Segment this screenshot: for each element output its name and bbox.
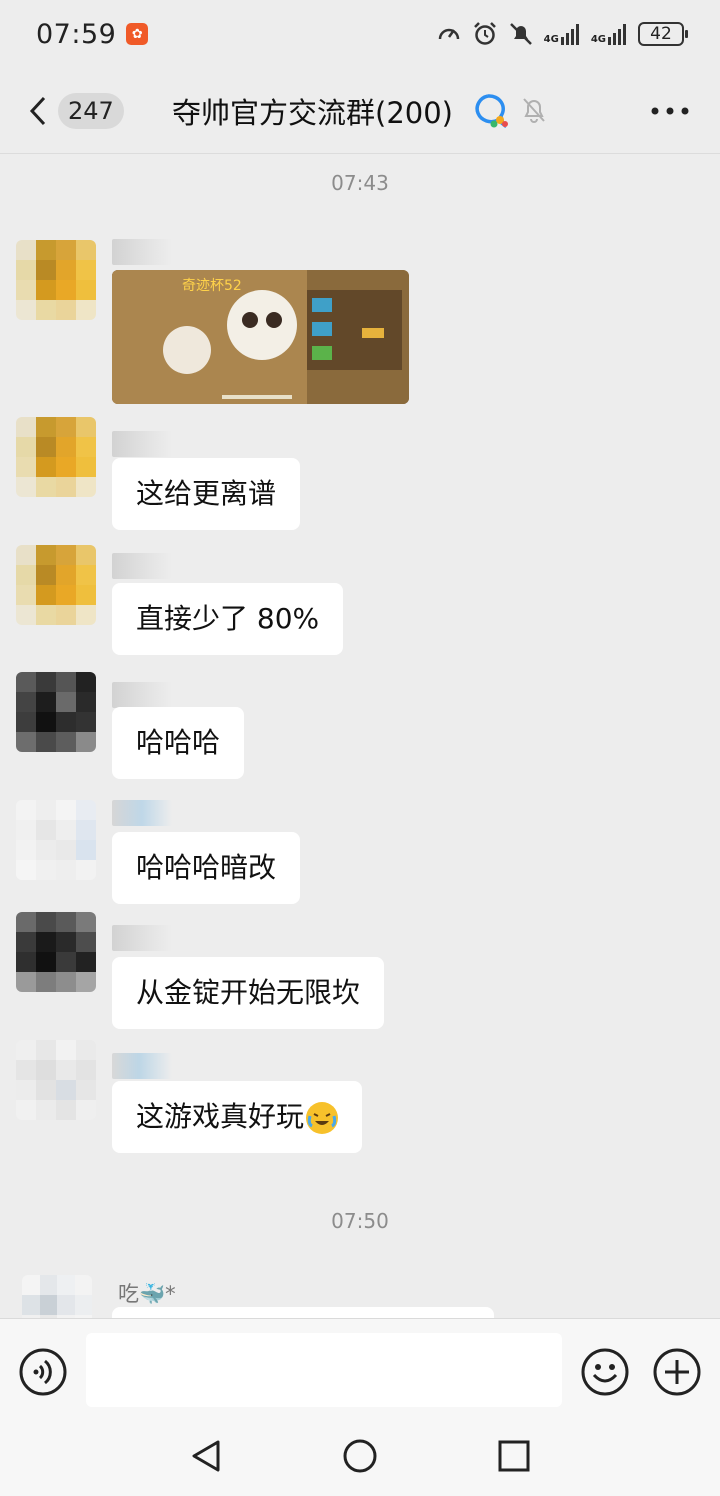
add-more-icon[interactable] <box>652 1347 702 1397</box>
message-bubble[interactable]: 哈哈哈 <box>112 707 245 779</box>
network-type-2: 4G <box>590 34 606 45</box>
mute-bell-icon <box>509 23 532 45</box>
status-time: 07:59 <box>36 18 117 50</box>
laugh-cry-emoji-icon <box>306 1102 339 1134</box>
avatar[interactable] <box>16 417 96 497</box>
system-navigation-bar <box>0 1422 720 1496</box>
app-notification-icon: ✿ <box>126 23 149 45</box>
input-bar <box>0 1318 720 1422</box>
sender-name-blurred <box>112 682 172 708</box>
avatar[interactable] <box>16 912 96 992</box>
group-chat-icon <box>475 94 508 128</box>
game-screenshot-image: 奇迹杯52 <box>112 270 409 404</box>
message-input[interactable] <box>86 1333 562 1407</box>
avatar[interactable] <box>16 240 96 320</box>
signal-2: 4G <box>591 23 628 45</box>
message-text: 这游戏真好玩 <box>136 1100 305 1133</box>
chat-header: 247 夺帅官方交流群(200) <box>0 68 720 154</box>
status-icons: 4G 4G 42 <box>436 21 688 47</box>
signal-1: 4G <box>544 23 581 45</box>
svg-text:奇迹杯52: 奇迹杯52 <box>182 277 242 294</box>
group-title[interactable]: 夺帅官方交流群(200) <box>172 90 453 132</box>
muted-bell-icon <box>523 98 545 123</box>
more-options-icon[interactable] <box>650 106 690 116</box>
sender-name-blurred <box>112 239 172 265</box>
sender-name-blurred <box>112 1053 172 1079</box>
chat-message-list[interactable]: 07:43 奇迹杯52 这给更离谱 直接少了 80% 哈哈哈 哈哈哈暗改 从金锭… <box>0 155 720 1318</box>
status-bar: 07:59 ✿ 4G 4G 42 <box>0 0 720 68</box>
nav-back-icon[interactable] <box>186 1436 226 1476</box>
avatar[interactable] <box>22 1275 92 1318</box>
signal-bars-icon <box>560 24 579 45</box>
avatar[interactable] <box>16 672 96 752</box>
avatar[interactable] <box>16 545 96 625</box>
sender-name-blurred <box>112 553 172 579</box>
message-timestamp: 07:43 <box>331 171 389 195</box>
sender-name-blurred <box>112 925 172 951</box>
back-arrow-icon[interactable] <box>26 94 52 128</box>
voice-input-icon[interactable] <box>18 1347 68 1397</box>
nav-recent-apps-icon[interactable] <box>494 1436 534 1476</box>
message-timestamp: 07:50 <box>331 1209 389 1233</box>
message-bubble[interactable]: 哈哈哈暗改 <box>112 832 301 904</box>
message-bubble[interactable]: 这给更离谱 <box>112 458 301 530</box>
sender-name: 吃🐳* <box>118 1282 176 1306</box>
sender-name-blurred <box>112 800 172 826</box>
signal-bars-icon <box>608 24 626 45</box>
alarm-icon <box>473 22 496 45</box>
sender-name-blurred <box>112 431 172 457</box>
speedometer-icon <box>438 28 459 40</box>
avatar[interactable] <box>16 800 96 880</box>
message-bubble[interactable]: 从金锭开始无限坎 <box>112 957 385 1029</box>
image-message[interactable]: 奇迹杯52 <box>112 270 409 404</box>
battery-icon: 42 <box>638 22 688 46</box>
nav-home-icon[interactable] <box>340 1436 380 1476</box>
message-bubble[interactable]: 这游戏真好玩 <box>112 1081 363 1153</box>
emoji-icon[interactable] <box>580 1347 630 1397</box>
message-bubble[interactable]: 直接少了 80% <box>112 583 344 655</box>
network-type-1: 4G <box>543 34 559 45</box>
avatar[interactable] <box>16 1040 96 1120</box>
battery-level: 42 <box>650 24 672 44</box>
message-bubble-partial[interactable] <box>112 1307 494 1318</box>
unread-count-badge[interactable]: 247 <box>58 93 124 129</box>
